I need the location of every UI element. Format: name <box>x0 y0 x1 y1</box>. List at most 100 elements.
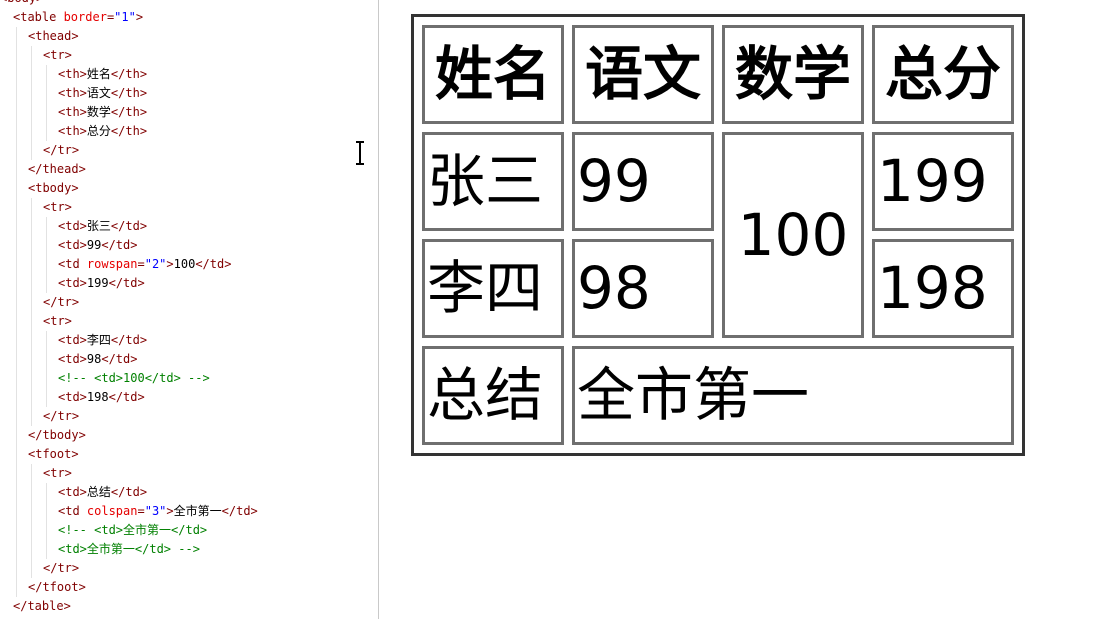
code-token: <td <box>58 504 87 518</box>
indent-guide <box>31 369 32 388</box>
cell-name: 李四 <box>422 239 564 338</box>
code-line[interactable]: <th>数学</th> <box>0 103 378 122</box>
code-token: <thead> <box>28 29 79 43</box>
table-body: 张三 99 100 199 李四 98 198 <box>422 132 1014 338</box>
code-line[interactable]: <table border="1"> <box>0 8 378 27</box>
code-token: 99 <box>86 238 102 252</box>
code-token: <td>全市第一</td> --> <box>58 542 200 556</box>
code-line[interactable]: <tr> <box>0 198 378 217</box>
code-token: </th> <box>110 67 148 81</box>
code-token: </thead> <box>28 162 86 176</box>
code-token: 198 <box>86 390 109 404</box>
code-line[interactable]: <th>姓名</th> <box>0 65 378 84</box>
header-row: 姓名 语文 数学 总分 <box>422 25 1014 124</box>
table-row: 张三 99 100 199 <box>422 132 1014 338</box>
code-area[interactable]: <body><table border="1"> <thead> <tr> <th>姓… <box>0 0 378 616</box>
indent-guide <box>46 274 47 293</box>
code-token: <th> <box>58 67 87 81</box>
code-line[interactable]: <th>总分</th> <box>0 122 378 141</box>
code-token: </tr> <box>43 561 80 575</box>
code-token: 总结 <box>86 485 111 499</box>
code-line[interactable]: <td colspan="3">全市第一</td> <box>0 502 378 521</box>
code-line[interactable]: <th>语文</th> <box>0 84 378 103</box>
indent-guide <box>16 217 17 236</box>
code-line[interactable]: <td>98</td> <box>0 350 378 369</box>
code-token: </td> <box>108 276 145 290</box>
code-token: <td> <box>58 238 87 252</box>
code-line[interactable]: </table> <box>0 597 378 616</box>
code-token: </tfoot> <box>28 580 86 594</box>
code-line[interactable]: <td>李四</td> <box>0 331 378 350</box>
cell-total: 198 <box>872 239 1014 338</box>
code-line[interactable]: <td>张三</td> <box>0 217 378 236</box>
code-line[interactable]: <tr> <box>0 312 378 331</box>
code-token: <tr> <box>43 200 72 214</box>
code-token: rowspan <box>86 257 138 271</box>
code-token: "1" <box>114 10 136 24</box>
indent-guide <box>31 293 32 312</box>
code-line[interactable]: </tr> <box>0 407 378 426</box>
indent-guide <box>31 84 32 103</box>
indent-guide <box>16 407 17 426</box>
indent-guide <box>31 65 32 84</box>
code-token: <tr> <box>43 48 72 62</box>
code-token: </table> <box>13 599 71 613</box>
indent-guide <box>31 141 32 160</box>
code-line[interactable]: <tr> <box>0 464 378 483</box>
indent-guide <box>31 236 32 255</box>
indent-guide <box>46 502 47 521</box>
code-line[interactable]: <td>总结</td> <box>0 483 378 502</box>
code-editor-pane[interactable]: <body><table border="1"> <thead> <tr> <th>姓… <box>0 0 379 619</box>
code-line[interactable]: </tr> <box>0 559 378 578</box>
code-line[interactable]: <tbody> <box>0 179 378 198</box>
indent-guide <box>31 540 32 559</box>
cell-math-rowspan: 100 <box>722 132 864 338</box>
code-line[interactable]: <td>199</td> <box>0 274 378 293</box>
code-token: <td> <box>58 333 87 347</box>
indent-guide <box>46 540 47 559</box>
code-line[interactable]: <td rowspan="2">100</td> <box>0 255 378 274</box>
indent-guide <box>31 103 32 122</box>
code-line[interactable]: <tr> <box>0 46 378 65</box>
indent-guide <box>16 236 17 255</box>
indent-guide <box>16 578 17 597</box>
code-line[interactable]: </tfoot> <box>0 578 378 597</box>
code-line[interactable]: </tr> <box>0 293 378 312</box>
indent-guide <box>16 103 17 122</box>
code-line[interactable]: <!-- <td>100</td> --> <box>0 369 378 388</box>
indent-guide <box>16 502 17 521</box>
code-line[interactable]: </tr> <box>0 141 378 160</box>
indent-guide <box>31 464 32 483</box>
indent-guide <box>16 84 17 103</box>
cell-chinese: 98 <box>572 239 714 338</box>
code-line[interactable]: <td>198</td> <box>0 388 378 407</box>
code-line[interactable]: <tfoot> <box>0 445 378 464</box>
indent-guide <box>31 122 32 141</box>
code-token: <tr> <box>43 314 72 328</box>
header-cell-math: 数学 <box>722 25 864 124</box>
code-token: <td> <box>58 352 87 366</box>
indent-guide <box>16 274 17 293</box>
code-token: </th> <box>110 105 148 119</box>
indent-guide <box>46 483 47 502</box>
code-token: 语文 <box>86 86 111 100</box>
code-line[interactable]: <thead> <box>0 27 378 46</box>
code-line[interactable]: <td>99</td> <box>0 236 378 255</box>
indent-guide <box>46 122 47 141</box>
code-line[interactable]: <!-- <td>全市第一</td> <box>0 521 378 540</box>
code-token: 张三 <box>86 219 111 233</box>
indent-guide <box>16 255 17 274</box>
code-token: > <box>135 10 144 24</box>
code-token: > <box>166 504 174 518</box>
code-token: </td> <box>221 504 258 518</box>
code-token: colspan <box>86 504 138 518</box>
code-line[interactable]: </tbody> <box>0 426 378 445</box>
code-line[interactable]: </thead> <box>0 160 378 179</box>
code-line[interactable]: <body> <box>0 0 378 8</box>
indent-guide <box>31 312 32 331</box>
score-table: 姓名 语文 数学 总分 张三 99 100 199 李四 98 198 总结 全… <box>411 14 1025 456</box>
code-line[interactable]: <td>全市第一</td> --> <box>0 540 378 559</box>
indent-guide <box>16 350 17 369</box>
code-token: </td> <box>101 238 138 252</box>
table-row: 李四 98 198 <box>422 239 1014 338</box>
